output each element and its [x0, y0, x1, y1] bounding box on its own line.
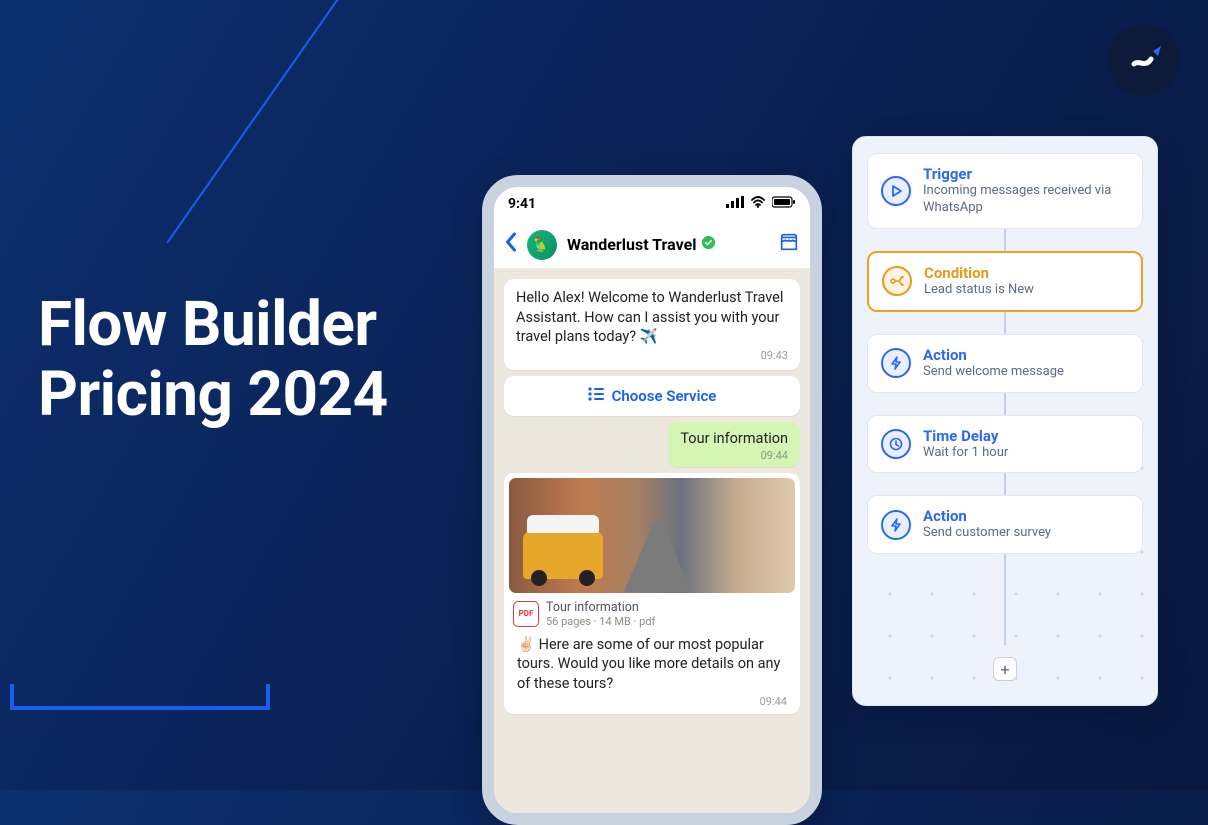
step-description: Lead status is New — [924, 282, 1034, 299]
bot-message-welcome: Hello Alex! Welcome to Wanderlust Travel… — [504, 279, 800, 370]
message-time: 09:43 — [516, 349, 788, 364]
step-title: Condition — [924, 264, 1034, 282]
avatar[interactable]: 🦜 — [527, 230, 557, 260]
step-title: Action — [923, 507, 1051, 525]
status-time: 9:41 — [508, 196, 536, 212]
headline-line2: Pricing 2024 — [38, 358, 388, 431]
decorative-frame — [10, 684, 270, 710]
branch-icon — [882, 266, 912, 296]
back-icon[interactable] — [504, 232, 517, 258]
flow-step-delay[interactable]: Time Delay Wait for 1 hour — [867, 415, 1143, 474]
bot-message-text: ✌🏻 Here are some of our most popular tou… — [509, 632, 795, 694]
headline-line1: Flow Builder — [38, 288, 377, 361]
flow-builder-panel: Trigger Incoming messages received via W… — [852, 136, 1158, 706]
status-bar: 9:41 — [494, 187, 810, 221]
signal-icon — [726, 196, 744, 212]
brand-logo — [1108, 24, 1180, 96]
chat-body: Hello Alex! Welcome to Wanderlust Travel… — [494, 269, 810, 813]
bot-message-media: PDF Tour information 56 pages · 14 MB · … — [504, 473, 800, 715]
step-description: Send welcome message — [923, 364, 1064, 381]
shop-icon[interactable] — [778, 231, 800, 258]
step-description: Wait for 1 hour — [923, 445, 1008, 462]
verified-icon — [701, 235, 716, 254]
clock-icon — [881, 429, 911, 459]
message-time: 09:44 — [509, 693, 795, 708]
file-meta: 56 pages · 14 MB · pdf — [546, 615, 655, 628]
user-reply: Tour information 09:44 — [668, 422, 800, 467]
bolt-icon — [881, 510, 911, 540]
wifi-icon — [750, 196, 766, 212]
phone-mockup: 9:41 🦜 Wanderlust Travel — [482, 175, 822, 825]
pdf-icon: PDF — [513, 601, 539, 627]
choose-service-button[interactable]: Choose Service — [504, 376, 800, 416]
flow-step-trigger[interactable]: Trigger Incoming messages received via W… — [867, 153, 1143, 229]
battery-icon — [772, 196, 796, 212]
tour-image — [509, 478, 795, 593]
status-icons — [726, 196, 796, 212]
add-step-button[interactable]: + — [993, 657, 1017, 681]
play-icon — [881, 176, 911, 206]
file-attachment[interactable]: PDF Tour information 56 pages · 14 MB · … — [509, 593, 795, 632]
flow-step-action[interactable]: Action Send welcome message — [867, 334, 1143, 393]
list-icon — [588, 387, 604, 405]
step-description: Send customer survey — [923, 525, 1051, 542]
chat-title: Wanderlust Travel — [567, 235, 768, 254]
step-title: Time Delay — [923, 427, 1008, 445]
file-name: Tour information — [546, 600, 655, 615]
step-title: Action — [923, 346, 1064, 364]
chat-header: 🦜 Wanderlust Travel — [494, 221, 810, 269]
step-title: Trigger — [923, 165, 1129, 183]
step-description: Incoming messages received via WhatsApp — [923, 183, 1129, 217]
flow-step-condition[interactable]: Condition Lead status is New — [867, 251, 1143, 312]
flow-step-action[interactable]: Action Send customer survey — [867, 495, 1143, 554]
bolt-icon — [881, 348, 911, 378]
message-time: 09:44 — [680, 449, 788, 462]
page-title: Flow Builder Pricing 2024 — [38, 290, 388, 430]
decorative-line-top — [166, 0, 351, 243]
